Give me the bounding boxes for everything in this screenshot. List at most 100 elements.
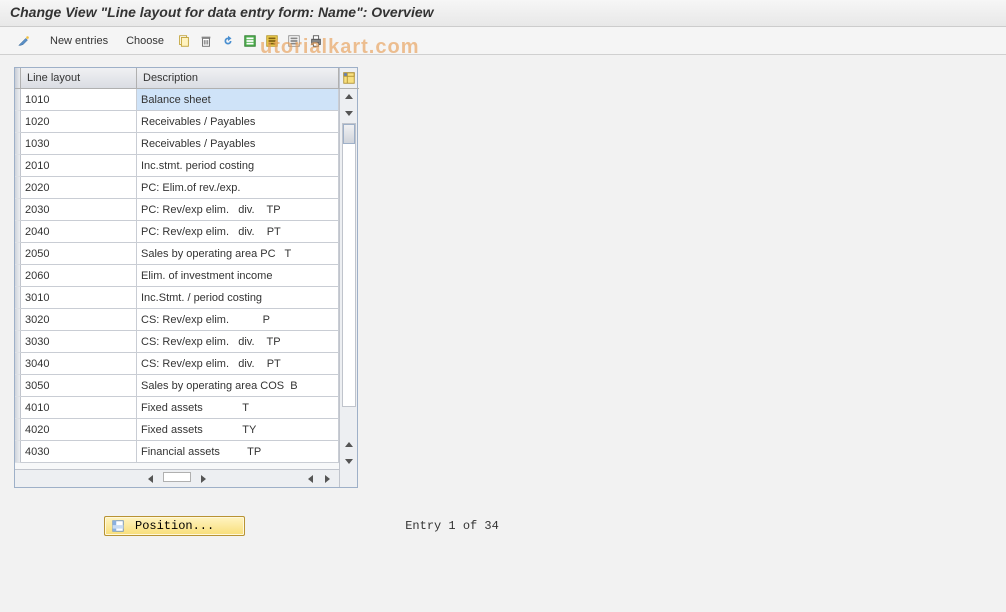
select-all-icon[interactable] — [242, 33, 258, 49]
line-layout-input[interactable] — [25, 138, 132, 150]
cell-line-layout[interactable] — [21, 243, 137, 265]
table-row[interactable]: Financial assets TP — [15, 441, 339, 463]
cell-line-layout[interactable] — [21, 155, 137, 177]
line-layout-input[interactable] — [25, 336, 132, 348]
scroll-right-end-icon[interactable] — [319, 472, 335, 486]
scroll-down-bottom-icon[interactable] — [340, 453, 357, 469]
cell-line-layout[interactable] — [21, 133, 137, 155]
content-area: Line layout Description Balance sheetRec… — [0, 55, 1006, 536]
cell-line-layout[interactable] — [21, 111, 137, 133]
cell-line-layout[interactable] — [21, 221, 137, 243]
line-layout-input[interactable] — [25, 94, 132, 106]
line-layout-input[interactable] — [25, 446, 132, 458]
cell-line-layout[interactable] — [21, 397, 137, 419]
scroll-up-bottom-icon[interactable] — [340, 437, 357, 453]
select-block-icon[interactable] — [264, 33, 280, 49]
cell-line-layout[interactable] — [21, 265, 137, 287]
cell-description[interactable]: CS: Rev/exp elim. div. TP — [137, 331, 339, 353]
cell-line-layout[interactable] — [21, 353, 137, 375]
table-row[interactable]: PC: Elim.of rev./exp. — [15, 177, 339, 199]
column-header-description[interactable]: Description — [137, 68, 339, 88]
cell-description[interactable]: CS: Rev/exp elim. P — [137, 309, 339, 331]
line-layout-input[interactable] — [25, 160, 132, 172]
table-row[interactable]: PC: Rev/exp elim. div. TP — [15, 199, 339, 221]
cell-description[interactable]: PC: Rev/exp elim. div. TP — [137, 199, 339, 221]
delete-icon[interactable] — [198, 33, 214, 49]
cell-description[interactable]: Elim. of investment income — [137, 265, 339, 287]
cell-description[interactable]: Fixed assets TY — [137, 419, 339, 441]
cell-line-layout[interactable] — [21, 441, 137, 463]
table-row[interactable]: Receivables / Payables — [15, 133, 339, 155]
scroll-up-icon[interactable] — [340, 89, 357, 105]
column-header-line-layout[interactable]: Line layout — [21, 68, 137, 88]
hscroll-track[interactable] — [163, 472, 191, 482]
line-layout-input[interactable] — [25, 358, 132, 370]
cell-description[interactable]: Financial assets TP — [137, 441, 339, 463]
table-settings-icon[interactable] — [339, 68, 359, 89]
table-row[interactable]: Inc.stmt. period costing — [15, 155, 339, 177]
cell-line-layout[interactable] — [21, 331, 137, 353]
table-row[interactable]: CS: Rev/exp elim. P — [15, 309, 339, 331]
cell-line-layout[interactable] — [21, 89, 137, 111]
scroll-left-icon[interactable] — [143, 472, 159, 486]
line-layout-input[interactable] — [25, 292, 132, 304]
position-icon — [111, 519, 125, 533]
cell-description[interactable]: Sales by operating area COS B — [137, 375, 339, 397]
table-row[interactable]: Elim. of investment income — [15, 265, 339, 287]
line-layout-input[interactable] — [25, 380, 132, 392]
line-layout-input[interactable] — [25, 248, 132, 260]
print-icon[interactable] — [308, 33, 324, 49]
line-layout-input[interactable] — [25, 314, 132, 326]
cell-description[interactable]: CS: Rev/exp elim. div. PT — [137, 353, 339, 375]
choose-label: Choose — [126, 35, 164, 47]
cell-line-layout[interactable] — [21, 419, 137, 441]
cell-description[interactable]: PC: Elim.of rev./exp. — [137, 177, 339, 199]
table-row[interactable]: Sales by operating area PC T — [15, 243, 339, 265]
deselect-all-icon[interactable] — [286, 33, 302, 49]
undo-icon[interactable] — [220, 33, 236, 49]
copy-icon[interactable] — [176, 33, 192, 49]
cell-description[interactable]: Inc.Stmt. / period costing — [137, 287, 339, 309]
line-layout-input[interactable] — [25, 402, 132, 414]
position-label: Position... — [135, 519, 214, 533]
position-button[interactable]: Position... — [104, 516, 245, 536]
cell-line-layout[interactable] — [21, 375, 137, 397]
page-title: Change View "Line layout for data entry … — [10, 4, 996, 20]
table-row[interactable]: Fixed assets TY — [15, 419, 339, 441]
line-layout-input[interactable] — [25, 226, 132, 238]
table-row[interactable]: CS: Rev/exp elim. div. TP — [15, 331, 339, 353]
cell-description[interactable]: Receivables / Payables — [137, 111, 339, 133]
cell-line-layout[interactable] — [21, 177, 137, 199]
line-layout-input[interactable] — [25, 424, 132, 436]
table-row[interactable]: CS: Rev/exp elim. div. PT — [15, 353, 339, 375]
vscroll-thumb[interactable] — [343, 124, 355, 144]
new-entries-button[interactable]: New entries — [44, 33, 114, 49]
table-row[interactable]: Balance sheet — [15, 89, 339, 111]
line-layout-input[interactable] — [25, 204, 132, 216]
cell-line-layout[interactable] — [21, 287, 137, 309]
cell-line-layout[interactable] — [21, 199, 137, 221]
line-layout-input[interactable] — [25, 116, 132, 128]
cell-description[interactable]: Fixed assets T — [137, 397, 339, 419]
table-row[interactable]: Receivables / Payables — [15, 111, 339, 133]
line-layout-input[interactable] — [25, 182, 132, 194]
choose-button[interactable]: Choose — [120, 33, 170, 49]
cell-line-layout[interactable] — [21, 309, 137, 331]
toggle-display-button[interactable] — [10, 31, 38, 51]
table-row[interactable]: Inc.Stmt. / period costing — [15, 287, 339, 309]
scroll-right-icon[interactable] — [195, 472, 211, 486]
scroll-left-end-icon[interactable] — [303, 472, 319, 486]
vertical-scrollbar — [339, 68, 357, 487]
vscroll-track[interactable] — [342, 123, 356, 407]
line-layout-input[interactable] — [25, 270, 132, 282]
cell-description[interactable]: Sales by operating area PC T — [137, 243, 339, 265]
cell-description[interactable]: Receivables / Payables — [137, 133, 339, 155]
cell-description[interactable]: Inc.stmt. period costing — [137, 155, 339, 177]
table-row[interactable]: Fixed assets T — [15, 397, 339, 419]
scroll-down-icon[interactable] — [340, 105, 357, 121]
cell-description[interactable]: Balance sheet — [137, 89, 339, 111]
table-row[interactable]: PC: Rev/exp elim. div. PT — [15, 221, 339, 243]
horizontal-scrollbar — [15, 469, 339, 487]
cell-description[interactable]: PC: Rev/exp elim. div. PT — [137, 221, 339, 243]
table-row[interactable]: Sales by operating area COS B — [15, 375, 339, 397]
